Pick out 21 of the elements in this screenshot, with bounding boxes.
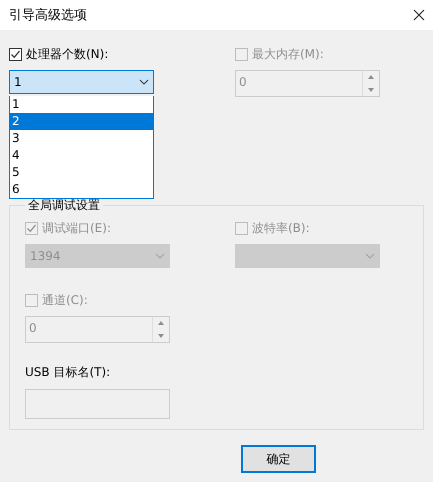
group-title: 全局调试设置 bbox=[27, 197, 101, 214]
caret-icon bbox=[365, 253, 375, 259]
checkbox-label: 调试端口(E): bbox=[42, 220, 111, 236]
dropdown-option[interactable]: 4 bbox=[10, 147, 153, 164]
checkbox-label: 波特率(B): bbox=[252, 220, 310, 236]
ok-button[interactable]: 确定 bbox=[241, 445, 316, 473]
caret-icon bbox=[139, 79, 149, 85]
dropdown-option[interactable]: 2 bbox=[10, 113, 153, 130]
field-label: USB 目标名(T): bbox=[25, 364, 112, 381]
dropdown-option[interactable]: 3 bbox=[10, 130, 153, 147]
checkbox[interactable] bbox=[9, 48, 22, 60]
caret-icon bbox=[155, 253, 165, 259]
checkbox-label: 最大内存(M): bbox=[252, 46, 324, 62]
close-icon[interactable] bbox=[413, 9, 425, 21]
dropdown-option[interactable]: 1 bbox=[10, 96, 153, 113]
dropdown-option[interactable]: 6 bbox=[10, 181, 153, 198]
dropdown[interactable]: 1 bbox=[9, 70, 154, 94]
window-title: 引导高级选项 bbox=[9, 7, 87, 24]
checkbox-label: 通道(C): bbox=[42, 292, 88, 308]
dropdown-option[interactable]: 5 bbox=[10, 164, 153, 181]
checkbox-label: 处理器个数(N): bbox=[26, 46, 108, 62]
